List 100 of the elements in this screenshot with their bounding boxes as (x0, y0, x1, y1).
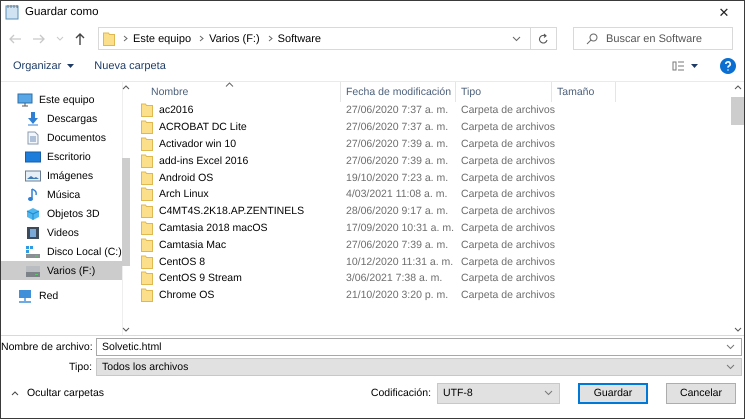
column-header[interactable]: Nombre (131, 82, 341, 102)
folder-icon (141, 238, 153, 252)
sidebar-item[interactable]: Varios (F:) (1, 261, 122, 280)
file-type: Carpeta de archivos (461, 121, 555, 134)
modified-date: 27/06/2020 7:37 a. m. (346, 121, 448, 134)
sidebar-item[interactable]: Videos (1, 223, 122, 242)
file-type: Carpeta de archivos (461, 138, 555, 150)
folder-icon (141, 136, 153, 151)
folder-icon (141, 170, 153, 185)
new-folder-button[interactable]: Nueva carpeta (86, 58, 174, 74)
breadcrumb[interactable]: Software (278, 32, 322, 44)
hide-folders-button[interactable]: Ocultar carpetas (5, 386, 110, 400)
file-row[interactable]: ACROBAT DC Lite 27/06/2020 7:37 a. m. Carpeta de archivos (131, 118, 731, 136)
scrollbar-thumb[interactable] (122, 158, 130, 266)
file-type: Carpeta de archivos (461, 205, 555, 218)
address-bar[interactable]: Este equipo Varios (F:) Software (98, 27, 557, 50)
cube-icon (25, 206, 41, 220)
file-name: CentOS 8 (159, 256, 206, 268)
chevron-right-icon (268, 35, 273, 42)
caret-icon (67, 64, 74, 68)
file-type: Carpeta de archivos (461, 289, 555, 302)
sidebar-item[interactable]: Música (1, 185, 122, 204)
network-icon (17, 288, 33, 302)
sidebar-item[interactable]: Descargas (1, 109, 122, 128)
folder-icon (141, 204, 153, 218)
file-row[interactable]: Camtasia Mac 27/06/2020 7:39 a. m. Carpeta de archivos (131, 236, 731, 254)
chevron-down-icon[interactable] (512, 36, 521, 42)
chevron-down-icon (726, 364, 735, 370)
file-name-input[interactable]: Solvetic.html (102, 341, 726, 353)
modified-date: 3/06/2021 7:38 a. m. (346, 272, 442, 284)
folder-icon (141, 103, 153, 118)
save-button[interactable]: Guardar (578, 382, 648, 404)
modified-date: 27/06/2020 7:39 a. m. (346, 238, 448, 251)
desktop-icon (25, 150, 41, 164)
file-name: Camtasia Mac (159, 238, 226, 251)
sidebar-item[interactable]: Documentos (1, 128, 122, 147)
breadcrumb[interactable]: Este equipo (133, 32, 192, 44)
file-row[interactable]: C4MT4S.2K18.AP.ZENTINELS 28/06/2020 9:17 a. m. Carpeta de archivos (131, 202, 731, 220)
help-icon[interactable] (720, 58, 736, 74)
modified-date: 10/12/2020 11:31 a. m. (346, 256, 454, 268)
folder-icon (141, 288, 153, 302)
chevron-up-icon (11, 390, 19, 396)
field-label: Nombre de archivo: (1, 341, 92, 353)
cancel-button[interactable]: Cancelar (666, 382, 736, 404)
field-label: Tipo: (68, 361, 92, 373)
folder-icon (141, 254, 153, 269)
file-name: ACROBAT DC Lite (159, 121, 247, 134)
file-row[interactable]: Activador win 10 27/06/2020 7:39 a. m. Carpeta de archivos (131, 136, 731, 152)
drive-icon (25, 244, 41, 258)
scroll-down-icon[interactable] (734, 327, 742, 332)
search-field[interactable]: Buscar en Software (573, 27, 733, 50)
file-name: Activador win 10 (159, 138, 236, 150)
modified-date: 28/06/2020 9:17 a. m. (346, 205, 448, 218)
folder-icon (141, 271, 153, 286)
column-header[interactable]: Tipo (456, 82, 552, 102)
chevron-down-icon (544, 390, 553, 396)
file-row[interactable]: Camtasia 2018 macOS 17/09/2020 10:31 a. m. Carpeta de archivos (131, 220, 731, 236)
folder-icon (141, 120, 153, 134)
sidebar-item[interactable]: Este equipo (1, 90, 122, 109)
sidebar-item[interactable]: Imágenes (1, 166, 122, 185)
file-name: ac2016 (159, 104, 194, 116)
document-icon (25, 130, 41, 144)
scroll-up-icon[interactable] (734, 85, 742, 90)
drive-icon (25, 264, 41, 278)
film-icon (25, 226, 41, 240)
file-name: add-ins Excel 2016 (159, 154, 248, 167)
column-header[interactable]: Fecha de modificación (341, 82, 456, 102)
organize-menu-button[interactable]: Organizar (5, 58, 82, 74)
file-type: Carpeta de archivos (461, 272, 555, 284)
view-options-icon[interactable] (672, 61, 698, 71)
chevron-right-icon (199, 35, 204, 42)
file-name: Chrome OS (159, 289, 214, 302)
scrollbar-thumb[interactable] (731, 97, 744, 125)
file-type: Carpeta de archivos (461, 104, 555, 116)
up-arrow-icon[interactable] (74, 32, 86, 46)
file-row[interactable]: CentOS 8 10/12/2020 11:31 a. m. Carpeta de archivos (131, 253, 731, 270)
file-name: Camtasia 2018 macOS (159, 222, 268, 234)
sidebar-item[interactable]: Disco Local (C:) (1, 242, 122, 261)
close-button[interactable]: ✕ (704, 1, 744, 23)
scroll-down-icon[interactable] (122, 327, 130, 332)
modified-date: 27/06/2020 7:39 a. m. (346, 154, 448, 167)
file-row[interactable]: CentOS 9 Stream 3/06/2021 7:38 a. m. Carpeta de archivos (131, 270, 731, 287)
folder-icon (141, 220, 153, 235)
breadcrumb[interactable]: Varios (F:) (209, 32, 260, 44)
file-name-field[interactable]: Solvetic.html (96, 338, 742, 356)
sidebar-item[interactable]: Red (1, 286, 122, 305)
sidebar-item[interactable]: Objetos 3D (1, 204, 122, 223)
scroll-up-icon[interactable] (122, 85, 130, 90)
file-row[interactable]: ac2016 27/06/2020 7:37 a. m. Carpeta de archivos (131, 102, 731, 119)
file-row[interactable]: Android OS 19/10/2020 7:23 a. m. Carpeta de archivos (131, 169, 731, 186)
chevron-down-icon[interactable] (726, 344, 735, 350)
column-header[interactable]: Tamaño (552, 82, 616, 102)
encoding-dropdown[interactable]: UTF-8 (437, 382, 560, 404)
file-row[interactable]: Arch Linux 4/03/2021 11:08 a. m. Carpeta de archivos (131, 186, 731, 203)
file-row[interactable]: add-ins Excel 2016 27/06/2020 7:39 a. m. Carpeta de archivos (131, 152, 731, 170)
computer-icon (17, 92, 33, 106)
sidebar-item[interactable]: Escritorio (1, 147, 122, 166)
file-row[interactable]: Chrome OS 21/10/2020 3:20 p. m. Carpeta de archivos (131, 286, 731, 304)
file-type-dropdown[interactable]: Todos los archivos (96, 358, 742, 376)
encoding-label: Codificación: (370, 387, 431, 399)
